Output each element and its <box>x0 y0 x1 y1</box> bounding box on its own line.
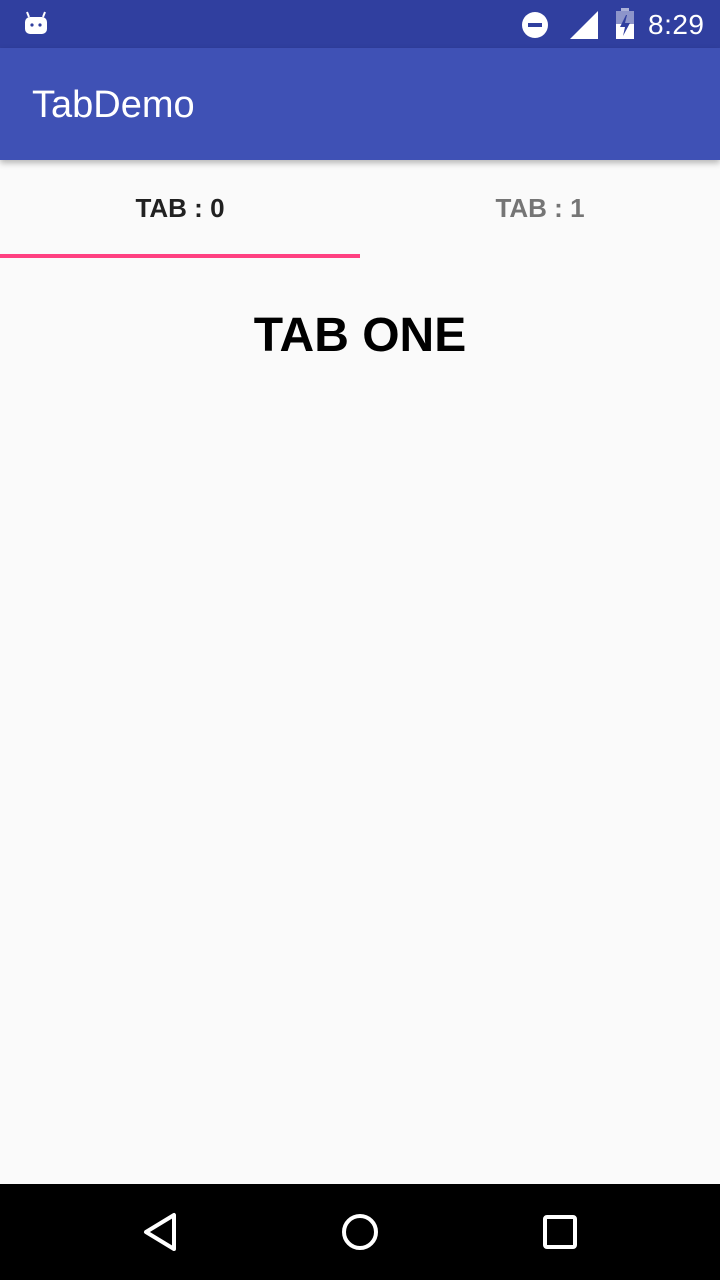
cell-signal-icon <box>570 11 598 39</box>
tab-1[interactable]: TAB : 1 <box>360 160 720 260</box>
recents-icon[interactable] <box>538 1210 582 1254</box>
tab-content: TAB ONE <box>0 260 720 1184</box>
do-not-disturb-icon <box>522 12 548 38</box>
content-heading: TAB ONE <box>253 309 467 362</box>
back-icon[interactable] <box>138 1210 182 1254</box>
app-title: TabDemo <box>32 84 195 126</box>
tab-indicator <box>0 254 360 258</box>
tab-bar: TAB : 0 TAB : 1 <box>0 160 720 260</box>
screen: 8:29 TabDemo TAB : 0 TAB : 1 TAB ONE <box>0 0 720 1280</box>
navigation-bar <box>0 1184 720 1280</box>
app-bar: TabDemo <box>0 48 720 160</box>
tab-label: TAB : 0 <box>135 192 225 223</box>
android-notification-icon <box>25 11 47 34</box>
home-icon[interactable] <box>338 1210 382 1254</box>
tab-0[interactable]: TAB : 0 <box>0 160 360 260</box>
status-time: 8:29 <box>648 9 705 40</box>
status-bar: 8:29 <box>0 0 720 48</box>
tab-label: TAB : 1 <box>495 192 585 223</box>
battery-charging-icon <box>616 8 634 39</box>
